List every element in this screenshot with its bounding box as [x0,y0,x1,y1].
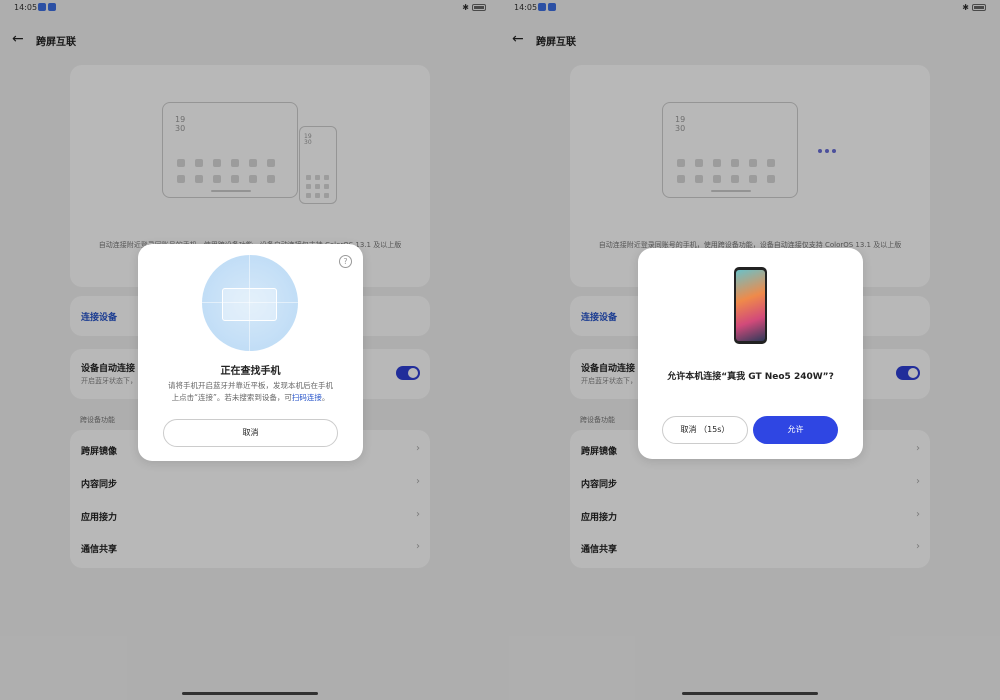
cancel-button[interactable]: 取消 （15s） [662,416,748,444]
desc-line-1: 请将手机开启蓝牙并靠近平板，发现本机后在手机 [168,381,333,390]
radar-icon [202,255,298,351]
phone-device-image [734,267,767,344]
tablet-icon [222,288,277,321]
left-panel: 14:05 ✱ ← 跨屏互联 19 30 19 30 13.1 及以上版 连接设… [0,0,500,700]
dialog-title: 允许本机连接“真我 GT Neo5 240W”? [667,372,834,382]
scan-connect-link[interactable]: 扫码连接 [292,393,322,402]
dialog-description: 请将手机开启蓝牙并靠近平板，发现本机后在手机 上点击“连接”。若未搜索到设备，可… [152,380,349,404]
split-screen: 14:05 ✱ ← 跨屏互联 19 30 19 30 13.1 及以上版 连接设… [0,0,1000,700]
cancel-button[interactable]: 取消 [163,419,338,447]
desc-end: 。 [321,393,330,402]
help-icon[interactable]: ? [339,255,352,268]
allow-button[interactable]: 允许 [753,416,838,444]
searching-dialog: ? 正在查找手机 请将手机开启蓝牙并靠近平板，发现本机后在手机 上点击“连接”。… [138,244,363,461]
dialog-title: 正在查找手机 [220,366,281,377]
allow-connection-dialog: 允许本机连接“真我 GT Neo5 240W”? 取消 （15s） 允许 [638,248,863,459]
desc-line-2: 上点击“连接”。若未搜索到设备，可 [171,393,292,402]
right-panel: 14:05 ✱ ← 跨屏互联 19 30 自动连接附近登录同账号的手机，使用跨设… [500,0,1000,700]
